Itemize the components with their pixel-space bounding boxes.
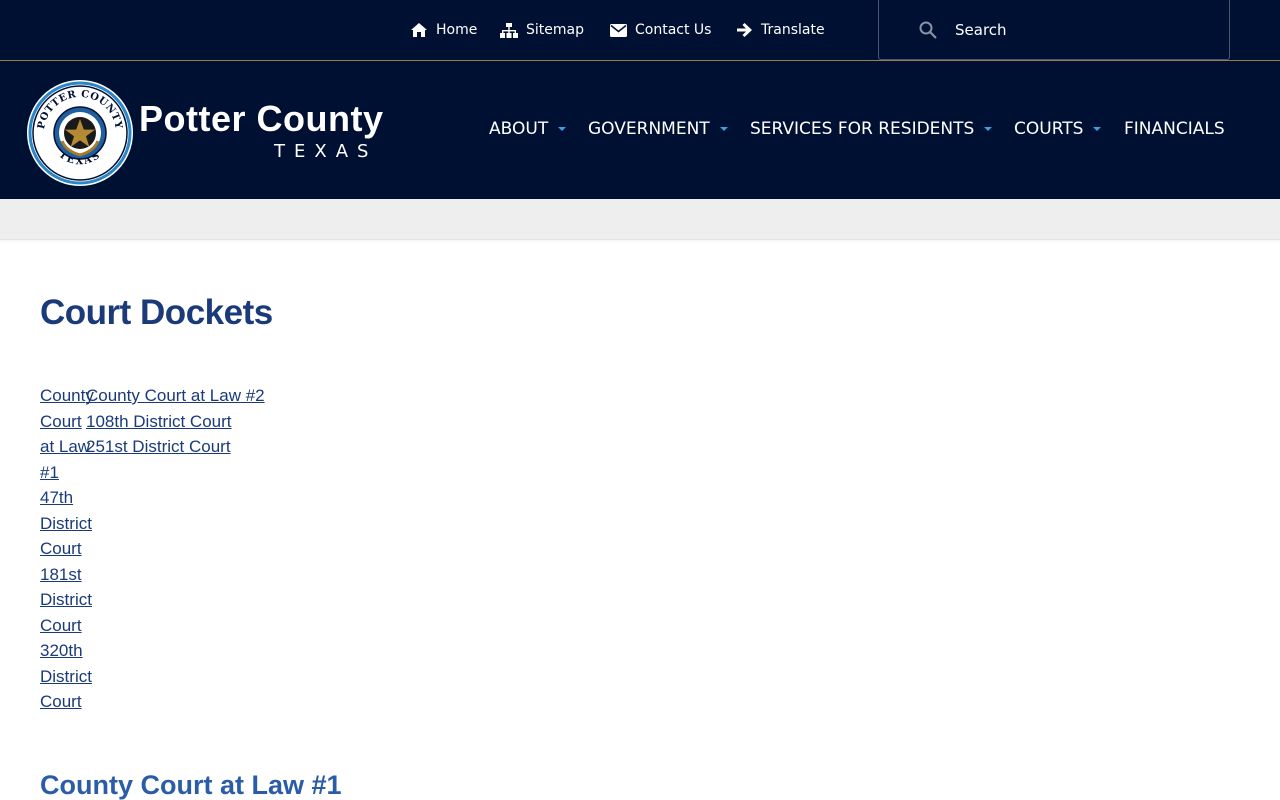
arrow-right-icon (735, 21, 753, 39)
docket-link-108th-district-court[interactable]: 108th District Court (86, 409, 386, 435)
site-header: POTTER COUNTY TEXAS Potter County TEXAS … (0, 61, 1280, 199)
contact-us-link[interactable]: Contact Us (609, 0, 711, 60)
section-heading: County Court at Law #1 (40, 770, 342, 800)
nav-services-label: SERVICES FOR RESIDENTS (750, 119, 975, 139)
nav-government-label: GOVERNMENT (588, 119, 710, 139)
page-title: Court Dockets (40, 293, 273, 332)
nav-government[interactable]: GOVERNMENT (588, 109, 728, 149)
caret-down-icon (719, 127, 728, 131)
search-input[interactable] (955, 18, 1215, 42)
contact-us-label: Contact Us (635, 22, 712, 38)
breadcrumb-band (0, 199, 1280, 240)
search-icon[interactable] (919, 21, 937, 39)
county-seal-logo: POTTER COUNTY TEXAS (27, 80, 133, 186)
home-label: Home (436, 22, 478, 38)
nav-about-label: ABOUT (489, 119, 549, 139)
brand-subtitle: TEXAS (274, 141, 378, 162)
caret-down-icon (984, 127, 993, 131)
docket-link-181st-district-court[interactable]: 181st District Court (40, 562, 98, 639)
nav-services-for-residents[interactable]: SERVICES FOR RESIDENTS (750, 109, 993, 149)
nav-financials-label: FINANCIALS (1124, 119, 1225, 139)
docket-link-320th-district-court[interactable]: 320th District Court (40, 638, 98, 715)
brand-title: Potter County (139, 98, 384, 139)
nav-financials[interactable]: FINANCIALS (1124, 109, 1225, 149)
home-link[interactable]: Home (410, 0, 477, 60)
nav-courts-label: COURTS (1014, 119, 1084, 139)
search-box (878, 0, 1230, 60)
envelope-icon (609, 21, 627, 39)
nav-courts[interactable]: COURTS (1014, 109, 1102, 149)
docket-links-column-2: County Court at Law #2 108th District Co… (86, 383, 386, 460)
translate-label: Translate (761, 22, 825, 38)
caret-down-icon (1093, 127, 1102, 131)
translate-link[interactable]: Translate (735, 0, 825, 60)
sitemap-link[interactable]: Sitemap (500, 0, 584, 60)
sitemap-label: Sitemap (526, 22, 584, 38)
top-utility-bar: Home Sitemap Contact Us Translate (0, 0, 1280, 61)
home-icon (410, 21, 428, 39)
caret-down-icon (558, 127, 567, 131)
docket-link-251st-district-court[interactable]: 251st District Court (86, 434, 386, 460)
nav-about[interactable]: ABOUT (489, 109, 567, 149)
docket-link-47th-district-court[interactable]: 47th District Court (40, 485, 98, 562)
sitemap-icon (500, 21, 518, 39)
docket-link-county-court-at-law-2[interactable]: County Court at Law #2 (86, 383, 386, 409)
